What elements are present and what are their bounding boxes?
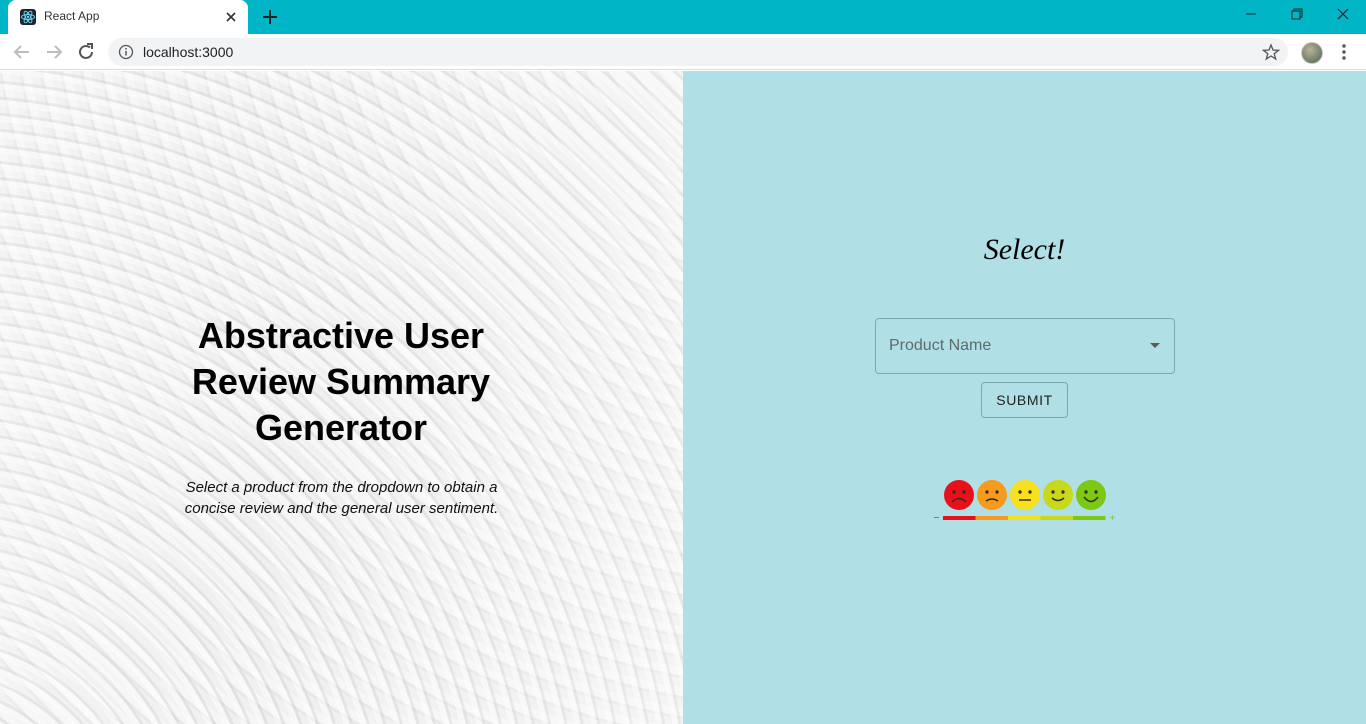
form-panel: Select! Product Name SUBMIT − + — [683, 71, 1366, 724]
back-arrow-icon[interactable] — [10, 40, 34, 64]
product-name-dropdown[interactable]: Product Name — [875, 318, 1175, 374]
more-menu-icon[interactable] — [1334, 42, 1354, 62]
restore-icon[interactable] — [1274, 0, 1320, 30]
sentiment-bar-segment — [1008, 516, 1041, 520]
page-title: Abstractive User Review Summary Generato… — [191, 315, 491, 448]
sentiment-scale: − + — [933, 480, 1116, 522]
tab-title: React App — [44, 9, 100, 23]
sentiment-bar-segment — [975, 516, 1008, 520]
sad-face-icon — [977, 480, 1007, 510]
browser-tab[interactable]: React App — [8, 0, 248, 34]
plus-sign: + — [1109, 513, 1116, 522]
page-subtitle: Select a product from the dropdown to ob… — [184, 479, 499, 517]
app-page: Abstractive User Review Summary Generato… — [0, 71, 1366, 724]
very-sad-face-icon — [944, 480, 974, 510]
submit-button[interactable]: SUBMIT — [981, 382, 1068, 418]
hero-panel: Abstractive User Review Summary Generato… — [0, 71, 683, 724]
new-tab-icon[interactable] — [258, 6, 282, 28]
profile-avatar[interactable] — [1301, 42, 1323, 64]
happy-face-icon — [1043, 480, 1073, 510]
very-happy-face-icon — [1076, 480, 1106, 510]
sentiment-bar-segment — [1073, 516, 1106, 520]
neutral-face-icon — [1010, 480, 1040, 510]
minimize-icon[interactable] — [1228, 0, 1274, 30]
reload-icon[interactable] — [74, 40, 98, 64]
dropdown-label: Product Name — [889, 337, 992, 354]
react-logo-icon — [20, 9, 36, 25]
bookmark-star-icon[interactable] — [1261, 43, 1281, 61]
sentiment-bar-segment — [943, 516, 976, 520]
browser-titlebar: React App — [0, 0, 1366, 34]
close-tab-icon[interactable] — [222, 8, 240, 26]
select-heading: Select! — [983, 233, 1066, 266]
url-text[interactable]: localhost:3000 — [143, 44, 233, 60]
dropdown-arrow-icon[interactable] — [1150, 343, 1160, 348]
info-icon[interactable] — [118, 44, 134, 60]
minus-sign: − — [933, 513, 940, 522]
browser-toolbar: localhost:3000 — [0, 34, 1366, 70]
forward-arrow-icon[interactable] — [42, 40, 66, 64]
address-bar[interactable]: localhost:3000 — [108, 38, 1288, 66]
sentiment-bar-segment — [1040, 516, 1073, 520]
close-window-icon[interactable] — [1320, 0, 1366, 30]
